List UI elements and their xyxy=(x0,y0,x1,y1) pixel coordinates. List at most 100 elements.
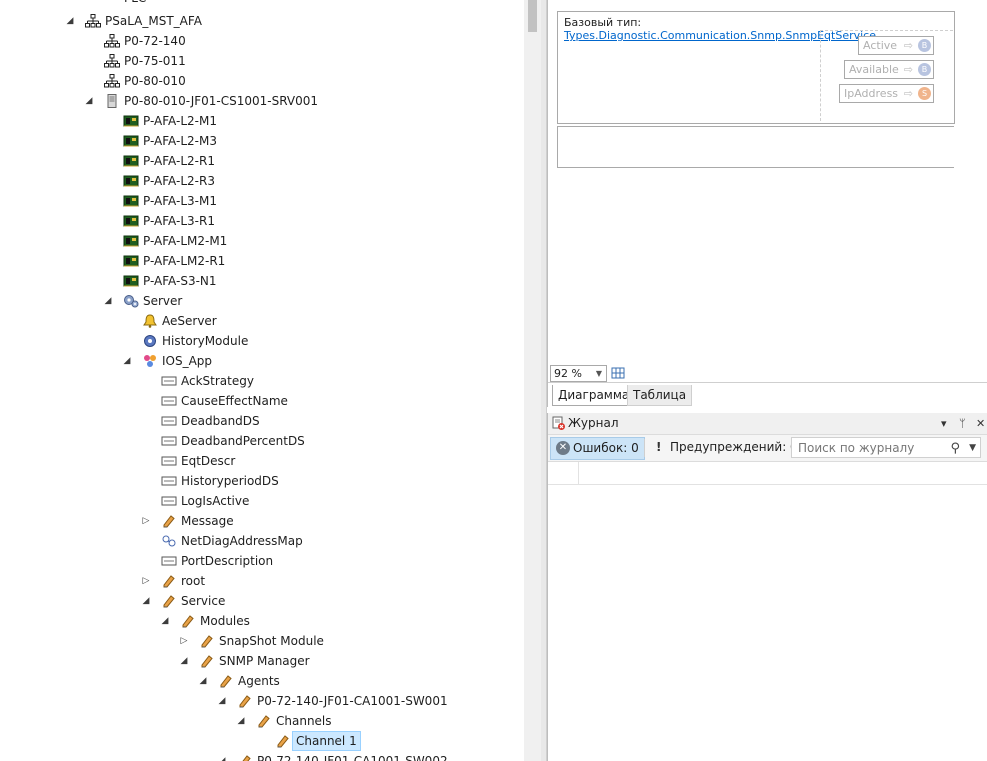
tree-node[interactable]: HistoryModule xyxy=(0,331,524,351)
board-icon xyxy=(123,234,139,248)
tree-node[interactable]: P0-75-011 xyxy=(0,51,524,71)
chevron-down-icon[interactable]: ▼ xyxy=(969,438,976,459)
tab-table[interactable]: Таблица xyxy=(627,385,693,406)
tree-node[interactable]: P-AFA-L3-R1 xyxy=(0,211,524,231)
journal-title: Журнал xyxy=(568,416,619,430)
expand-triangle-icon[interactable]: ◢ xyxy=(103,291,113,311)
expand-triangle-icon[interactable]: ◢ xyxy=(236,711,246,731)
warnings-filter-button[interactable]: ! Предупреждений: 0 xyxy=(652,437,798,458)
tree-node[interactable]: HistoryperiodDS xyxy=(0,471,524,491)
panel-menu-chevron-icon[interactable]: ▾ xyxy=(941,413,947,434)
tree-node[interactable]: ◢ SNMP Manager xyxy=(0,651,524,671)
tree-node[interactable]: AeServer xyxy=(0,311,524,331)
expand-triangle-icon[interactable]: ◢ xyxy=(217,691,227,711)
base-type-label: Базовый тип: xyxy=(564,16,642,29)
scrollbar-thumb[interactable] xyxy=(528,0,537,32)
journal-search-input[interactable]: Поиск по журналу ⚲ ▼ xyxy=(791,437,981,458)
tree-node-label: P0-80-010 xyxy=(124,74,186,88)
tree-node[interactable]: ◢ PSaLA_MST_AFA xyxy=(0,11,524,31)
tree-node-label: P0-72-140-JF01-CA1001-SW001 xyxy=(257,694,448,708)
tree-node-label: P0-72-140-JF01-CA1001-SW002 xyxy=(257,754,448,761)
pin-icon[interactable]: ᛘ xyxy=(959,413,966,434)
tree-node[interactable]: ▷ SnapShot Module xyxy=(0,631,524,651)
tree-node-label: P-AFA-LM2-R1 xyxy=(143,254,226,268)
tree-node[interactable]: ◢ Channels xyxy=(0,711,524,731)
tree-node[interactable]: P-AFA-L2-M3 xyxy=(0,131,524,151)
expand-triangle-icon[interactable]: ◢ xyxy=(141,591,151,611)
tree-node-label: PSaLA_MST_AFA xyxy=(105,14,202,28)
diagram-secondary-box[interactable] xyxy=(557,126,954,168)
tree-toggle-placeholder xyxy=(141,391,151,411)
tree-node[interactable]: PLC xyxy=(0,0,524,8)
tree-node-label: P-AFA-L3-M1 xyxy=(143,194,217,208)
expand-triangle-icon[interactable]: ◢ xyxy=(65,11,75,31)
port-active[interactable]: Active ⇨ B xyxy=(858,36,934,55)
tree-node[interactable]: ◢ Agents xyxy=(0,671,524,691)
port-ipaddress[interactable]: IpAddress ⇨ S xyxy=(839,84,934,103)
tree-node[interactable]: P-AFA-L2-R3 xyxy=(0,171,524,191)
tag-icon xyxy=(218,674,234,688)
board-icon xyxy=(123,194,139,208)
grid-column-header[interactable] xyxy=(548,462,579,484)
tree-node[interactable]: ◢ Service xyxy=(0,591,524,611)
tree-node[interactable]: Channel 1 xyxy=(0,731,524,751)
collapse-triangle-icon[interactable]: ▷ xyxy=(141,511,151,531)
tree-node[interactable]: ◢ IOS_App xyxy=(0,351,524,371)
tree-node[interactable]: P0-72-140 xyxy=(0,31,524,51)
tree-vertical-scrollbar[interactable] xyxy=(524,0,541,761)
tree-node[interactable]: P-AFA-L3-M1 xyxy=(0,191,524,211)
tree-node-label: HistoryModule xyxy=(162,334,249,348)
type-diagram-box[interactable]: Базовый тип: Types.Diagnostic.Communicat… xyxy=(557,11,955,124)
tab-diagram[interactable]: Диаграмма xyxy=(552,385,636,406)
expand-triangle-icon[interactable]: ◢ xyxy=(84,91,94,111)
expand-triangle-icon[interactable]: ◢ xyxy=(179,651,189,671)
tree-node[interactable]: ◢ Server xyxy=(0,291,524,311)
tree-node-label: PortDescription xyxy=(181,554,274,568)
tree-node[interactable]: ◢ P0-80-010-JF01-CS1001-SRV001 xyxy=(0,91,524,111)
tree-toggle-placeholder xyxy=(122,331,132,351)
collapse-triangle-icon[interactable]: ▷ xyxy=(141,571,151,591)
tree-node[interactable]: CauseEffectName xyxy=(0,391,524,411)
tree-node[interactable]: ◢ P0-72-140-JF01-CA1001-SW002 xyxy=(0,751,524,761)
tree-node[interactable]: ◢ P0-72-140-JF01-CA1001-SW001 xyxy=(0,691,524,711)
tree-node[interactable]: DeadbandDS xyxy=(0,411,524,431)
expand-triangle-icon[interactable]: ◢ xyxy=(160,611,170,631)
journal-panel: Журнал ▾ ᛘ ✕ ✕ Ошибок: 0 ! Предупреждени… xyxy=(547,413,987,761)
tree-node[interactable]: ◢ Modules xyxy=(0,611,524,631)
port-label: Available xyxy=(849,63,899,76)
port-available[interactable]: Available ⇨ B xyxy=(844,60,934,79)
tree-node[interactable]: DeadbandPercentDS xyxy=(0,431,524,451)
tree-node[interactable]: LogIsActive xyxy=(0,491,524,511)
tree-node[interactable]: PortDescription xyxy=(0,551,524,571)
tree-node[interactable]: P-AFA-S3-N1 xyxy=(0,271,524,291)
expand-triangle-icon[interactable]: ◢ xyxy=(198,671,208,691)
tree-node[interactable]: ▷ root xyxy=(0,571,524,591)
tree-node[interactable]: P-AFA-LM2-M1 xyxy=(0,231,524,251)
tree-node[interactable]: EqtDescr xyxy=(0,451,524,471)
zoom-select[interactable]: 92 % ▼ xyxy=(550,365,607,382)
diagram-tabs: Диаграмма Таблица xyxy=(548,382,987,407)
search-icon[interactable]: ⚲ xyxy=(950,438,960,459)
tree-node-label: SNMP Manager xyxy=(219,654,310,668)
tree-node[interactable]: NetDiagAddressMap xyxy=(0,531,524,551)
object-tree[interactable]: PLC ◢ PSaLA_MST_AFA P0-72-140 P0-75-011 P0-80… xyxy=(0,0,524,761)
fit-to-screen-icon[interactable] xyxy=(610,366,626,380)
field-icon xyxy=(161,374,177,388)
board-icon xyxy=(123,254,139,268)
gears-icon xyxy=(123,294,139,308)
port-label: IpAddress xyxy=(844,87,899,100)
expand-triangle-icon[interactable]: ◢ xyxy=(122,351,132,371)
collapse-triangle-icon[interactable]: ▷ xyxy=(179,631,189,651)
tree-node[interactable]: AckStrategy xyxy=(0,371,524,391)
expand-triangle-icon[interactable]: ◢ xyxy=(217,751,227,761)
tree-node[interactable]: P0-80-010 xyxy=(0,71,524,91)
tree-node[interactable]: ▷ Message xyxy=(0,511,524,531)
errors-filter-button[interactable]: ✕ Ошибок: 0 xyxy=(550,437,645,460)
tag-icon xyxy=(161,574,177,588)
tree-toggle-placeholder xyxy=(103,151,113,171)
tree-node[interactable]: P-AFA-L2-R1 xyxy=(0,151,524,171)
close-icon[interactable]: ✕ xyxy=(976,413,985,434)
tree-node[interactable]: P-AFA-LM2-R1 xyxy=(0,251,524,271)
tree-node[interactable]: P-AFA-L2-M1 xyxy=(0,111,524,131)
tree-toggle-placeholder xyxy=(141,531,151,551)
